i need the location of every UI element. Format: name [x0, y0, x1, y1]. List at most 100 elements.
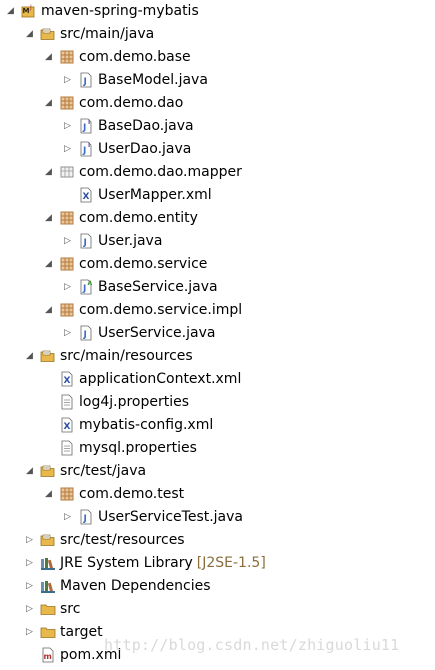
tree-item[interactable]: ◢ src/test/java — [23, 460, 146, 482]
tree-item-label: JRE System Library — [60, 555, 193, 571]
expand-toggle-icon[interactable]: ◢ — [4, 0, 17, 22]
tree-item-label: log4j.properties — [79, 394, 190, 410]
expand-toggle-icon[interactable]: ◢ — [42, 483, 55, 505]
tree-item-label: com.demo.service — [79, 256, 208, 272]
collapse-toggle-icon[interactable]: ▷ — [61, 322, 74, 344]
source-folder-icon — [40, 348, 56, 364]
tree-item[interactable]: ▷ J I UserDao.java — [61, 138, 191, 160]
tree-item-label: BaseModel.java — [98, 72, 208, 88]
svg-text:J: J — [83, 330, 87, 340]
tree-item[interactable]: ▷ Maven Dependencies — [23, 575, 210, 597]
collapse-toggle-icon[interactable]: ▷ — [61, 138, 74, 160]
tree-item-label: User.java — [98, 233, 163, 249]
tree-item[interactable]: mysql.properties — [42, 437, 197, 459]
tree-item[interactable]: ▷ J UserServiceTest.java — [61, 506, 243, 528]
expand-toggle-icon[interactable]: ◢ — [23, 23, 36, 45]
folder-icon — [40, 601, 56, 617]
tree-item[interactable]: log4j.properties — [42, 391, 189, 413]
tree-item-label: src/test/resources — [60, 532, 185, 548]
toggle-spacer — [42, 391, 55, 413]
tree-item[interactable]: ◢ com.demo.service.impl — [42, 299, 242, 321]
collapse-toggle-icon[interactable]: ▷ — [61, 230, 74, 252]
expand-toggle-icon[interactable]: ◢ — [42, 46, 55, 68]
tree-item[interactable]: ▷ J UserService.java — [61, 322, 215, 344]
tree-item[interactable]: Xmybatis-config.xml — [42, 414, 213, 436]
tree-item[interactable]: XapplicationContext.xml — [42, 368, 241, 390]
tree-item-label: com.demo.service.impl — [79, 302, 243, 318]
tree-item[interactable]: ▷ src/test/resources — [23, 529, 185, 551]
tree-item-label: target — [60, 624, 103, 640]
text-file-icon — [59, 394, 75, 410]
collapse-toggle-icon[interactable]: ▷ — [23, 575, 36, 597]
tree-item[interactable]: ◢ com.demo.dao — [42, 92, 183, 114]
svg-text:X: X — [64, 422, 71, 432]
svg-text:J: J — [83, 77, 87, 87]
tree-item[interactable]: ◢ com.demo.entity — [42, 207, 198, 229]
svg-text:J: J — [82, 146, 86, 156]
java-interface-icon: JI — [78, 118, 94, 134]
package-icon — [59, 486, 75, 502]
tree-item[interactable]: ◢ com.demo.dao.mapper — [42, 161, 242, 183]
tree-item-label: UserMapper.xml — [98, 187, 212, 203]
tree-item-label: BaseDao.java — [98, 118, 194, 134]
tree-item-label: maven-spring-mybatis — [41, 3, 199, 19]
folder-icon — [40, 624, 56, 640]
collapse-toggle-icon[interactable]: ▷ — [23, 529, 36, 551]
collapse-toggle-icon[interactable]: ▷ — [23, 552, 36, 574]
tree-item[interactable]: X UserMapper.xml — [61, 184, 212, 206]
tree-item-label: src/test/java — [60, 463, 147, 479]
watermark: http://blog.csdn.net/zhiguoliu11 — [104, 636, 400, 654]
tree-item[interactable]: ▷ J I BaseDao.java — [61, 115, 194, 137]
tree-item-label: UserService.java — [98, 325, 216, 341]
tree-item[interactable]: ◢ com.demo.base — [42, 46, 191, 68]
source-folder-icon — [40, 532, 56, 548]
toggle-spacer — [61, 184, 74, 206]
java-file-icon: J — [78, 233, 94, 249]
maven-project-icon: MJ — [21, 3, 37, 19]
xml-file-icon: X — [59, 417, 75, 433]
tree-item-label: com.demo.dao — [79, 95, 184, 111]
tree-item-label: com.demo.entity — [79, 210, 198, 226]
svg-text:M: M — [23, 7, 30, 15]
collapse-toggle-icon[interactable]: ▷ — [23, 621, 36, 643]
package-icon — [59, 95, 75, 111]
svg-text:I: I — [88, 119, 90, 126]
collapse-toggle-icon[interactable]: ▷ — [61, 276, 74, 298]
source-folder-icon — [40, 26, 56, 42]
svg-text:J: J — [82, 123, 86, 133]
java-abstract-icon: JA — [78, 279, 94, 295]
tree-item[interactable]: ◢ src/main/resources — [23, 345, 193, 367]
expand-toggle-icon[interactable]: ◢ — [42, 207, 55, 229]
collapse-toggle-icon[interactable]: ▷ — [61, 115, 74, 137]
expand-toggle-icon[interactable]: ◢ — [42, 299, 55, 321]
tree-item[interactable]: ▷ JRE System Library [J2SE-1.5] — [23, 552, 266, 574]
maven-pom-icon: m — [40, 647, 56, 663]
expand-toggle-icon[interactable]: ◢ — [42, 253, 55, 275]
svg-text:A: A — [88, 280, 93, 287]
tree-item[interactable]: ◢ src/main/java — [23, 23, 154, 45]
tree-item[interactable]: ▷ J BaseModel.java — [61, 69, 208, 91]
tree-item[interactable]: ▷ src — [23, 598, 80, 620]
expand-toggle-icon[interactable]: ◢ — [23, 345, 36, 367]
expand-toggle-icon[interactable]: ◢ — [42, 92, 55, 114]
tree-item-label: src — [60, 601, 81, 617]
package-icon — [59, 256, 75, 272]
expand-toggle-icon[interactable]: ◢ — [23, 460, 36, 482]
collapse-toggle-icon[interactable]: ▷ — [61, 506, 74, 528]
source-folder-icon — [40, 463, 56, 479]
tree-item[interactable]: ▷ J User.java — [61, 230, 162, 252]
text-file-icon — [59, 440, 75, 456]
tree-item[interactable]: ▷ J A BaseService.java — [61, 276, 218, 298]
expand-toggle-icon[interactable]: ◢ — [42, 161, 55, 183]
tree-item[interactable]: ◢ com.demo.test — [42, 483, 184, 505]
svg-text:J: J — [83, 238, 87, 248]
xml-file-icon: X — [59, 371, 75, 387]
tree-item[interactable]: ◢ M Jmaven-spring-mybatis — [4, 0, 199, 22]
tree-item[interactable]: ▷ target — [23, 621, 103, 643]
collapse-toggle-icon[interactable]: ▷ — [61, 69, 74, 91]
tree-item[interactable]: ◢ com.demo.service — [42, 253, 207, 275]
svg-text:X: X — [64, 376, 71, 386]
tree-item-label: src/main/java — [60, 26, 155, 42]
collapse-toggle-icon[interactable]: ▷ — [23, 598, 36, 620]
tree-item-label: applicationContext.xml — [79, 371, 242, 387]
